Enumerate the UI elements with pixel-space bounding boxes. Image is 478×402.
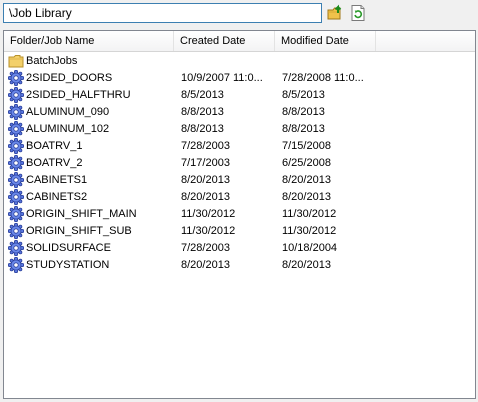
list-item-job[interactable]: STUDYSTATION 8/20/2013 8/20/2013 [4, 257, 475, 274]
path-field[interactable]: \Job Library [3, 3, 322, 23]
list-header: Folder/Job Name Created Date Modified Da… [4, 31, 475, 52]
row-created [181, 53, 271, 70]
gear-icon [8, 223, 24, 239]
gear-icon [8, 104, 24, 120]
list-item-job[interactable]: 2SIDED_HALFTHRU 8/5/2013 8/5/2013 [4, 87, 475, 104]
gear-icon [8, 155, 24, 171]
row-name: BOATRV_2 [26, 157, 83, 169]
column-header-created[interactable]: Created Date [174, 31, 275, 51]
row-name: 2SIDED_DOORS [26, 72, 113, 84]
row-created: 8/5/2013 [181, 89, 224, 101]
folder-icon [8, 55, 24, 68]
row-name: CABINETS1 [26, 174, 88, 186]
row-modified: 11/30/2012 [282, 225, 337, 237]
row-created: 11/30/2012 [181, 225, 236, 237]
refresh-icon [351, 5, 365, 21]
gear-icon [8, 189, 24, 205]
list-item-job[interactable]: BOATRV_1 7/28/2003 7/15/2008 [4, 138, 475, 155]
list-item-job[interactable]: 2SIDED_DOORS 10/9/2007 11:0... 7/28/2008… [4, 70, 475, 87]
gear-icon [8, 206, 24, 222]
list-item-job[interactable]: ALUMINUM_090 8/8/2013 8/8/2013 [4, 104, 475, 121]
row-modified: 7/28/2008 11:0... [282, 72, 364, 84]
row-modified: 10/18/2004 [282, 242, 338, 254]
row-created: 11/30/2012 [181, 208, 236, 220]
list-item-job[interactable]: BOATRV_2 7/17/2003 6/25/2008 [4, 155, 475, 172]
job-list[interactable]: Folder/Job Name Created Date Modified Da… [3, 30, 476, 399]
gear-icon [8, 87, 24, 103]
row-modified: 8/20/2013 [282, 191, 331, 203]
row-created: 8/8/2013 [181, 106, 224, 118]
list-item-job[interactable]: ORIGIN_SHIFT_SUB 11/30/2012 11/30/2012 [4, 223, 475, 240]
row-modified: 8/8/2013 [282, 123, 325, 135]
row-name: SOLIDSURFACE [26, 242, 111, 254]
row-name: BatchJobs [26, 55, 78, 67]
row-modified: 8/20/2013 [282, 174, 331, 186]
row-created: 7/28/2003 [181, 140, 230, 152]
gear-icon [8, 121, 24, 137]
row-modified: 8/5/2013 [282, 89, 325, 101]
row-name: STUDYSTATION [26, 259, 110, 271]
gear-icon [8, 172, 24, 188]
row-created: 7/28/2003 [181, 242, 230, 254]
row-name: 2SIDED_HALFTHRU [26, 89, 131, 101]
list-item-job[interactable]: SOLIDSURFACE 7/28/2003 10/18/2004 [4, 240, 475, 257]
row-modified: 6/25/2008 [282, 157, 331, 169]
row-name: ALUMINUM_090 [26, 106, 110, 118]
row-created: 7/17/2003 [181, 157, 230, 169]
row-name: CABINETS2 [26, 191, 88, 203]
list-item-job[interactable]: ORIGIN_SHIFT_MAIN 11/30/2012 11/30/2012 [4, 206, 475, 223]
gear-icon [8, 257, 24, 273]
row-modified: 7/15/2008 [282, 140, 331, 152]
row-name: ALUMINUM_102 [26, 123, 110, 135]
gear-icon [8, 70, 24, 86]
row-modified: 8/20/2013 [282, 259, 331, 271]
row-modified: 11/30/2012 [282, 208, 337, 220]
row-created: 8/8/2013 [181, 123, 224, 135]
list-item-job[interactable]: CABINETS1 8/20/2013 8/20/2013 [4, 172, 475, 189]
column-header-name[interactable]: Folder/Job Name [4, 31, 174, 51]
row-created: 8/20/2013 [181, 174, 230, 186]
row-name: ORIGIN_SHIFT_MAIN [26, 208, 137, 220]
list-item-job[interactable]: ALUMINUM_102 8/8/2013 8/8/2013 [4, 121, 475, 138]
row-created: 8/20/2013 [181, 191, 230, 203]
row-created: 10/9/2007 11:0... [181, 72, 263, 84]
list-rows: BatchJobs 2SIDED_DOORS 10/9/2007 11:0...… [4, 53, 475, 274]
refresh-button[interactable] [349, 4, 367, 22]
list-item-job[interactable]: CABINETS2 8/20/2013 8/20/2013 [4, 189, 475, 206]
row-created: 8/20/2013 [181, 259, 230, 271]
folder-up-icon [327, 4, 342, 20]
row-name: ORIGIN_SHIFT_SUB [26, 225, 132, 237]
column-header-modified[interactable]: Modified Date [275, 31, 376, 51]
folder-up-button[interactable] [327, 4, 345, 22]
row-name: BOATRV_1 [26, 140, 83, 152]
gear-icon [8, 240, 24, 256]
gear-icon [8, 138, 24, 154]
row-modified: 8/8/2013 [282, 106, 325, 118]
row-modified [282, 53, 372, 70]
list-item-folder[interactable]: BatchJobs [4, 53, 475, 70]
